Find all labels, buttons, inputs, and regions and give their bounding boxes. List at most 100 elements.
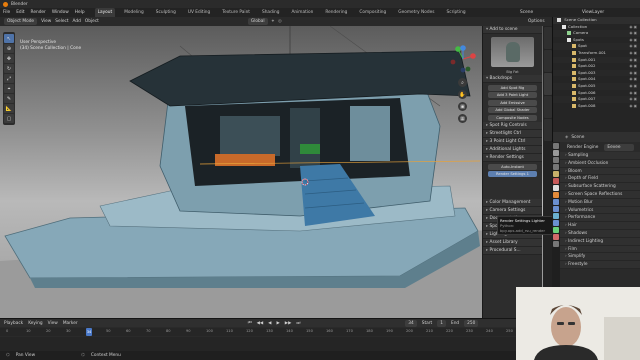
world-props-icon[interactable] bbox=[553, 178, 559, 184]
properties-panel-header[interactable]: Freestyle bbox=[553, 261, 640, 269]
properties-panel-header[interactable]: Screen Space Reflections bbox=[553, 190, 640, 199]
outliner[interactable]: Scene Collection Collection ◉ ▣ Camera ◉ ▣ S… bbox=[552, 17, 640, 132]
output-props-icon[interactable] bbox=[553, 157, 559, 163]
next-key-icon[interactable]: ▶▶ bbox=[285, 321, 292, 326]
menu-select[interactable]: Select bbox=[55, 19, 68, 24]
visibility-eye-icon[interactable]: ◉ ▣ bbox=[629, 57, 637, 64]
outliner-row[interactable]: Spot.002 ◉ ▣ bbox=[553, 63, 640, 70]
section-3-point-light-ctrl[interactable]: 3 Point Light Ctrl bbox=[483, 138, 542, 146]
tab-shading[interactable]: Shading bbox=[259, 8, 282, 17]
object-props-icon[interactable] bbox=[553, 192, 559, 198]
proportional-edit-icon[interactable]: ◎ bbox=[278, 19, 282, 24]
section-asset-library[interactable]: Asset Library bbox=[483, 238, 542, 247]
sidebar-tab-addon[interactable] bbox=[544, 96, 552, 118]
transform-orientation-dropdown[interactable]: Global bbox=[247, 18, 268, 25]
axis-gizmo-icon[interactable] bbox=[448, 44, 478, 74]
timeline-menu-marker[interactable]: Marker bbox=[63, 321, 78, 326]
section-camera-settings[interactable]: Camera Settings bbox=[483, 206, 542, 215]
visibility-eye-icon[interactable]: ◉ ▣ bbox=[629, 37, 637, 44]
measure-icon[interactable]: 📐 bbox=[4, 104, 14, 113]
move-icon[interactable]: ✥ bbox=[4, 54, 14, 63]
menu-view[interactable]: View bbox=[41, 19, 51, 24]
hdri-preview-thumbnail[interactable] bbox=[491, 37, 534, 67]
constraints-props-icon[interactable] bbox=[553, 220, 559, 226]
add-spot-rig-button[interactable]: Add Spot Rig bbox=[488, 84, 537, 91]
view-layer-props-icon[interactable] bbox=[553, 164, 559, 170]
tool-props-icon[interactable] bbox=[553, 143, 559, 149]
outliner-row[interactable]: Spot.008 ◉ ▣ bbox=[553, 103, 640, 110]
section-spot-rig-controls[interactable]: Spot Rig Controls bbox=[483, 122, 542, 130]
visibility-eye-icon[interactable]: ◉ ▣ bbox=[629, 24, 637, 31]
tab-modeling[interactable]: Modeling bbox=[121, 8, 147, 17]
properties-panel-header[interactable]: Sampling bbox=[553, 152, 640, 160]
transform-icon[interactable]: ⌖ bbox=[4, 84, 14, 93]
particles-props-icon[interactable] bbox=[553, 206, 559, 212]
menu-file[interactable]: File bbox=[3, 10, 10, 15]
visibility-eye-icon[interactable]: ◉ ▣ bbox=[629, 103, 637, 110]
outliner-row[interactable]: Spot.005 ◉ ▣ bbox=[553, 82, 640, 90]
prev-key-icon[interactable]: ◀◀ bbox=[257, 321, 264, 326]
outliner-row[interactable]: Transform.001 ◉ ▣ bbox=[553, 50, 640, 57]
cursor-select-icon[interactable]: ↖ bbox=[4, 34, 14, 43]
outliner-row[interactable]: Collection ◉ ▣ bbox=[553, 24, 640, 31]
menu-edit[interactable]: Edit bbox=[16, 10, 24, 15]
navigation-gizmo[interactable] bbox=[448, 44, 478, 74]
section-additional-lights[interactable]: Additional Lights bbox=[483, 146, 542, 154]
tab-texture-paint[interactable]: Texture Paint bbox=[219, 8, 253, 17]
tab-rendering[interactable]: Rendering bbox=[322, 8, 350, 17]
menu-render[interactable]: Render bbox=[31, 10, 46, 15]
data-props-icon[interactable] bbox=[553, 227, 559, 233]
material-props-icon[interactable] bbox=[553, 234, 559, 240]
playhead[interactable]: 34 bbox=[86, 328, 92, 336]
tab-scripting[interactable]: Scripting bbox=[444, 8, 469, 17]
frame-ruler[interactable]: 0102030405060708090100110120130140150160… bbox=[0, 328, 516, 336]
outliner-root[interactable]: Scene Collection bbox=[553, 17, 640, 24]
menu-add[interactable]: Add bbox=[73, 19, 81, 24]
view-layer-selector[interactable]: ViewLayer bbox=[582, 8, 604, 17]
pan-hand-icon[interactable]: ✋ bbox=[458, 90, 467, 99]
add-global-shader-button[interactable]: Add Global Shader bbox=[488, 107, 537, 113]
render-props-icon[interactable] bbox=[553, 150, 559, 156]
properties-panel-header[interactable]: Shadows bbox=[553, 229, 640, 238]
visibility-eye-icon[interactable]: ◉ ▣ bbox=[629, 43, 637, 50]
render-settings-button[interactable]: Render Settings 1 bbox=[488, 171, 537, 177]
menu-help[interactable]: Help bbox=[75, 10, 85, 15]
properties-editor[interactable]: ◈ Scene Render Engine Eevee SamplingAmbi… bbox=[552, 132, 640, 287]
section-render-settings[interactable]: Render Settings bbox=[483, 154, 542, 162]
outliner-row[interactable]: Spot.004 ◉ ▣ bbox=[553, 76, 640, 83]
scene-props-icon[interactable] bbox=[553, 171, 559, 177]
annotate-icon[interactable]: ✎ bbox=[4, 94, 14, 103]
visibility-eye-icon[interactable]: ◉ ▣ bbox=[629, 63, 637, 70]
keyframe-track[interactable] bbox=[0, 337, 516, 351]
sidebar-tab-tool[interactable] bbox=[544, 50, 552, 72]
timeline-menu-keying[interactable]: Keying bbox=[28, 321, 42, 326]
tab-geometry-nodes[interactable]: Geometry Nodes bbox=[395, 8, 437, 17]
add-point-light-button[interactable]: Add 3 Point Light bbox=[488, 92, 537, 98]
rotate-icon[interactable]: ↻ bbox=[4, 64, 14, 73]
section-backdrops[interactable]: Backdrops bbox=[483, 75, 542, 83]
properties-panel-header[interactable]: Simplify bbox=[553, 253, 640, 262]
menu-window[interactable]: Window bbox=[52, 10, 69, 15]
play-icon[interactable]: ▶ bbox=[276, 321, 279, 326]
timeline-menu-view[interactable]: View bbox=[48, 321, 58, 326]
composite-nodes-button[interactable]: Composite Nodes bbox=[488, 114, 537, 121]
section-color-management[interactable]: Color Management bbox=[483, 198, 542, 207]
visibility-eye-icon[interactable]: ◉ ▣ bbox=[629, 30, 637, 37]
outliner-row[interactable]: Spot.006 ◉ ▣ bbox=[553, 90, 640, 97]
menu-object[interactable]: Object bbox=[85, 19, 99, 24]
camera-view-icon[interactable]: ▣ bbox=[458, 102, 467, 111]
outliner-row[interactable]: Spots ◉ ▣ bbox=[553, 37, 640, 44]
outliner-row[interactable]: Spot.007 ◉ ▣ bbox=[553, 96, 640, 103]
visibility-eye-icon[interactable]: ◉ ▣ bbox=[629, 96, 637, 103]
render-engine-dropdown[interactable]: Eevee bbox=[604, 143, 635, 151]
physics-props-icon[interactable] bbox=[553, 213, 559, 219]
visibility-eye-icon[interactable]: ◉ ▣ bbox=[629, 90, 637, 97]
perspective-grid-icon[interactable]: ▦ bbox=[458, 114, 467, 123]
jump-end-icon[interactable]: ⏭ bbox=[296, 321, 300, 326]
section-procedural[interactable]: Procedural S... bbox=[483, 246, 542, 255]
section-add-to-scene[interactable]: Add to scene bbox=[483, 26, 542, 34]
outliner-row[interactable]: Spot.003 ◉ ▣ bbox=[553, 69, 640, 77]
play-reverse-icon[interactable]: ◀ bbox=[268, 321, 271, 326]
outliner-row[interactable]: Camera ◉ ▣ bbox=[553, 30, 640, 37]
mode-selector[interactable]: Object Mode bbox=[4, 18, 38, 25]
